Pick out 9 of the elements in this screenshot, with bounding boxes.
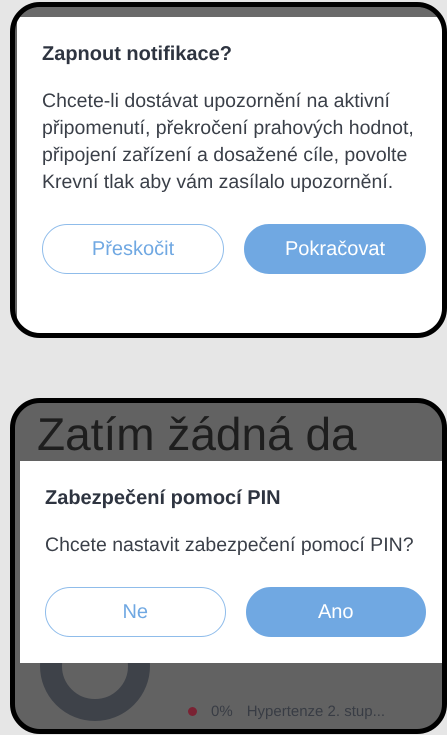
dialog-message: Chcete-li dostávat upozornění na aktivní připomenutí, překročení prahových hodnot, připojení zařízení a dosažené cíle, povolte Krevní tlak aby vám zasílalo upozornění. [42,89,415,195]
confirm-button[interactable]: Pokračovat [244,224,426,274]
dialog-title: Zabezpečení pomocí PIN [45,487,282,510]
dismiss-button[interactable]: Přeskočit [42,224,224,274]
confirm-button[interactable]: Ano [246,587,426,637]
dialog-message: Chcete nastavit zabezpečení pomocí PIN? [45,533,415,558]
dialog-title: Zapnout notifikace? [42,43,233,66]
screen-heading: Zatím žádná da [36,407,358,461]
dismiss-button[interactable]: Ne [45,587,226,637]
